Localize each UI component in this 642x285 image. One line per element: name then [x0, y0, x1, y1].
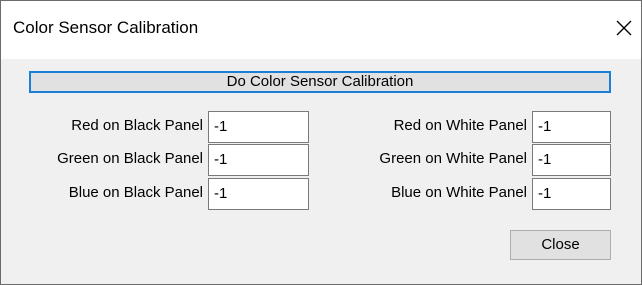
- green-black-field[interactable]: -1: [208, 144, 309, 176]
- do-calibration-button[interactable]: Do Color Sensor Calibration: [29, 71, 611, 93]
- blue-white-label: Blue on White Panel: [391, 184, 527, 201]
- red-black-label: Red on Black Panel: [71, 117, 203, 134]
- blue-black-label: Blue on Black Panel: [68, 184, 203, 201]
- close-button[interactable]: Close: [510, 230, 611, 260]
- green-black-label: Green on Black Panel: [57, 150, 203, 167]
- close-icon[interactable]: [611, 15, 637, 41]
- blue-white-field[interactable]: -1: [532, 178, 611, 210]
- green-white-field[interactable]: -1: [532, 144, 611, 176]
- red-black-field[interactable]: -1: [208, 111, 309, 143]
- red-white-field[interactable]: -1: [532, 111, 611, 143]
- green-white-label: Green on White Panel: [379, 150, 527, 167]
- window-title: Color Sensor Calibration: [13, 18, 199, 37]
- red-white-label: Red on White Panel: [393, 117, 527, 134]
- calibration-dialog: Color Sensor Calibration Do Color Sensor…: [0, 0, 642, 285]
- title-bar[interactable]: Color Sensor Calibration: [1, 1, 641, 59]
- blue-black-field[interactable]: -1: [208, 178, 309, 210]
